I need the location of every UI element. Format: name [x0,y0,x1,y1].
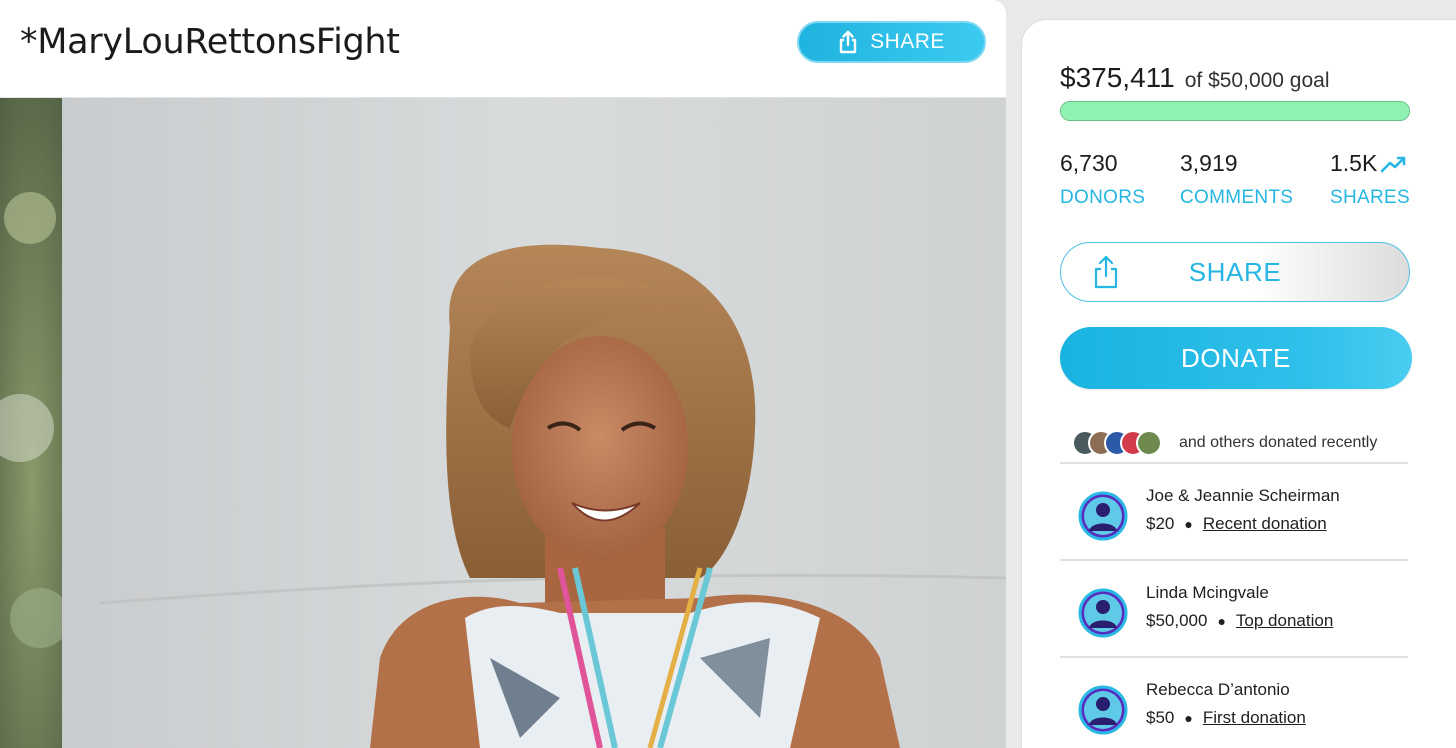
campaign-panel: *MaryLouRettonsFight SHARE [0,0,1006,748]
donation-amount: $50 [1146,708,1175,727]
donation-item: Linda Mcingvale $50,000 ● Top donation [1060,559,1408,656]
shares-count-row: 1.5K [1330,150,1410,177]
comments-count: 3,919 [1180,150,1238,176]
shares-label: SHARES [1330,187,1410,208]
goal-text: of $50,000 goal [1184,69,1330,92]
donation-meta: $50 ● First donation [1146,708,1306,728]
header-share-label: SHARE [870,30,945,53]
stat-donors[interactable]: 6,730 DONORS [1060,150,1145,209]
separator-dot: ● [1184,710,1193,726]
campaign-title: *MaryLouRettonsFight [20,22,400,62]
raised-amount: $375,411 [1060,62,1175,93]
donors-count: 6,730 [1060,150,1118,176]
header-share-button[interactable]: SHARE [797,21,986,63]
share-button[interactable]: SHARE [1060,242,1410,302]
donation-meta: $20 ● Recent donation [1146,514,1327,534]
donation-amount: $50,000 [1146,611,1208,630]
progress-bar [1060,101,1410,121]
shares-count: 1.5K [1330,150,1378,176]
donation-list: Joe & Jeannie Scheirman $20 ● Recent don… [1060,462,1408,748]
separator-dot: ● [1217,613,1226,629]
share-button-label: SHARE [1188,256,1282,287]
progress-bar-fill [1061,102,1409,120]
stat-shares[interactable]: 1.5K SHARES [1330,150,1410,209]
share-button-icon-wrap [1093,254,1119,295]
donation-type-link[interactable]: First donation [1203,708,1306,728]
campaign-photo [0,98,1006,748]
share-icon [839,30,857,54]
donor-name: Joe & Jeannie Scheirman [1146,486,1340,505]
recent-donors-row: and others donated recently [1072,428,1407,458]
donor-name: Rebecca D’antonio [1146,680,1290,699]
user-avatar-icon [1078,588,1128,638]
recent-donors-text: and others donated recently [1179,434,1378,451]
trending-up-icon [1381,156,1406,172]
donor-avatar [1136,430,1162,456]
donation-item: Rebecca D’antonio $50 ● First donation [1060,656,1408,748]
donation-amount: $20 [1146,514,1175,533]
donor-name: Linda Mcingvale [1146,583,1269,602]
recent-donor-avatars [1072,430,1162,456]
comments-label: COMMENTS [1180,187,1294,208]
donate-button-label: DONATE [1180,342,1291,373]
donation-item: Joe & Jeannie Scheirman $20 ● Recent don… [1060,462,1408,559]
separator-dot: ● [1184,516,1193,532]
share-icon [1094,255,1118,289]
donation-sidebar: $375,411 of $50,000 goal 6,730 DONORS 3,… [1021,19,1456,748]
raised-summary: $375,411 of $50,000 goal [1060,62,1330,94]
user-avatar-icon [1078,685,1128,735]
donate-button[interactable]: DONATE [1060,327,1412,389]
donation-type-link[interactable]: Top donation [1236,611,1333,631]
donors-label: DONORS [1060,187,1146,208]
donation-meta: $50,000 ● Top donation [1146,611,1333,631]
campaign-header: *MaryLouRettonsFight SHARE [0,0,1006,98]
user-avatar-icon [1078,491,1128,541]
donation-type-link[interactable]: Recent donation [1203,514,1327,534]
stat-comments[interactable]: 3,919 COMMENTS [1180,150,1293,209]
